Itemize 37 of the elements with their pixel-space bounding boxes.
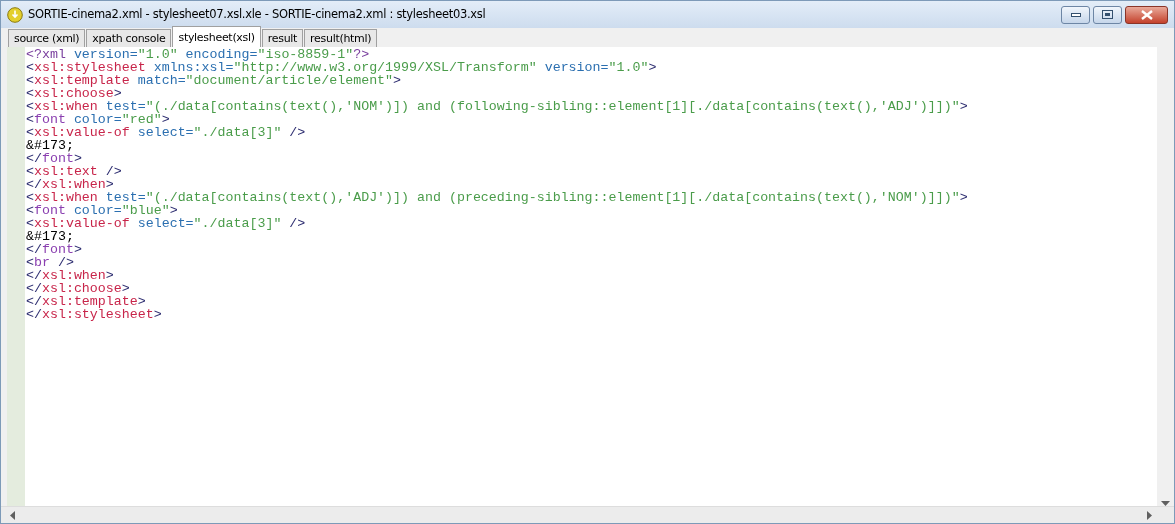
tab[interactable]: result(html) <box>304 29 378 47</box>
scroll-left-icon[interactable] <box>10 510 15 520</box>
code-line: <xsl:value-of select="./data[3]" /> <box>26 126 307 139</box>
code-line: <xsl:value-of select="./data[3]" /> <box>26 217 307 230</box>
minimize-icon <box>1070 12 1081 17</box>
code-line: <xsl:choose> <box>26 87 122 100</box>
close-button[interactable] <box>1125 5 1168 24</box>
code-line: <xsl:stylesheet xmlns:xsl="http://www.w3.org/1999/XSL/Transform" version="1.0"> <box>26 61 658 74</box>
minimize-button[interactable] <box>1061 5 1090 24</box>
tab[interactable]: result <box>261 29 304 47</box>
code-line: <xsl:template match="document/article/element"> <box>26 74 402 87</box>
tab[interactable]: stylesheet(xsl) <box>172 26 261 47</box>
scroll-right-icon[interactable] <box>1147 510 1152 520</box>
scroll-down-icon[interactable] <box>1161 501 1170 506</box>
code-line: <br /> <box>26 256 75 269</box>
code-line: <xsl:text /> <box>26 165 123 178</box>
window-title: SORTIE-cinema2.xml - stylesheet07.xsl.xle - SORTIE-cinema2.xml : stylesheet03.xsl <box>28 5 486 23</box>
code-line: </xsl:when> <box>26 178 115 191</box>
tab[interactable]: xpath console <box>86 29 172 47</box>
code-line: <font color="red"> <box>26 113 170 126</box>
code-line: </xsl:template> <box>26 295 146 308</box>
code-line: <xsl:when test="(./data[contains(text(),'NOM')]) and (following-sibling::element[1][./data[contains(text(),'ADJ')]])"> <box>26 100 969 113</box>
close-icon <box>1140 9 1153 20</box>
code-line: <?xml version="1.0" encoding="iso-8859-1"?> <box>26 48 370 61</box>
tab[interactable]: source (xml) <box>8 29 86 47</box>
code-line: </xsl:stylesheet> <box>26 308 163 321</box>
maximize-icon <box>1102 10 1113 19</box>
code-line: &#173; <box>26 230 74 243</box>
code-line: &#173; <box>26 139 74 152</box>
maximize-button[interactable] <box>1093 5 1122 24</box>
code-line: <xsl:when test="(./data[contains(text(),'ADJ')]) and (preceding-sibling::element[1][./data[contains(text(),'NOM')]])"> <box>26 191 969 204</box>
code-line: </font> <box>26 243 83 256</box>
code-line: </xsl:choose> <box>26 282 131 295</box>
code-line: </xsl:when> <box>26 269 115 282</box>
app-icon <box>7 6 23 23</box>
code-line: </font> <box>26 152 83 165</box>
code-line: <font color="blue"> <box>26 204 178 217</box>
